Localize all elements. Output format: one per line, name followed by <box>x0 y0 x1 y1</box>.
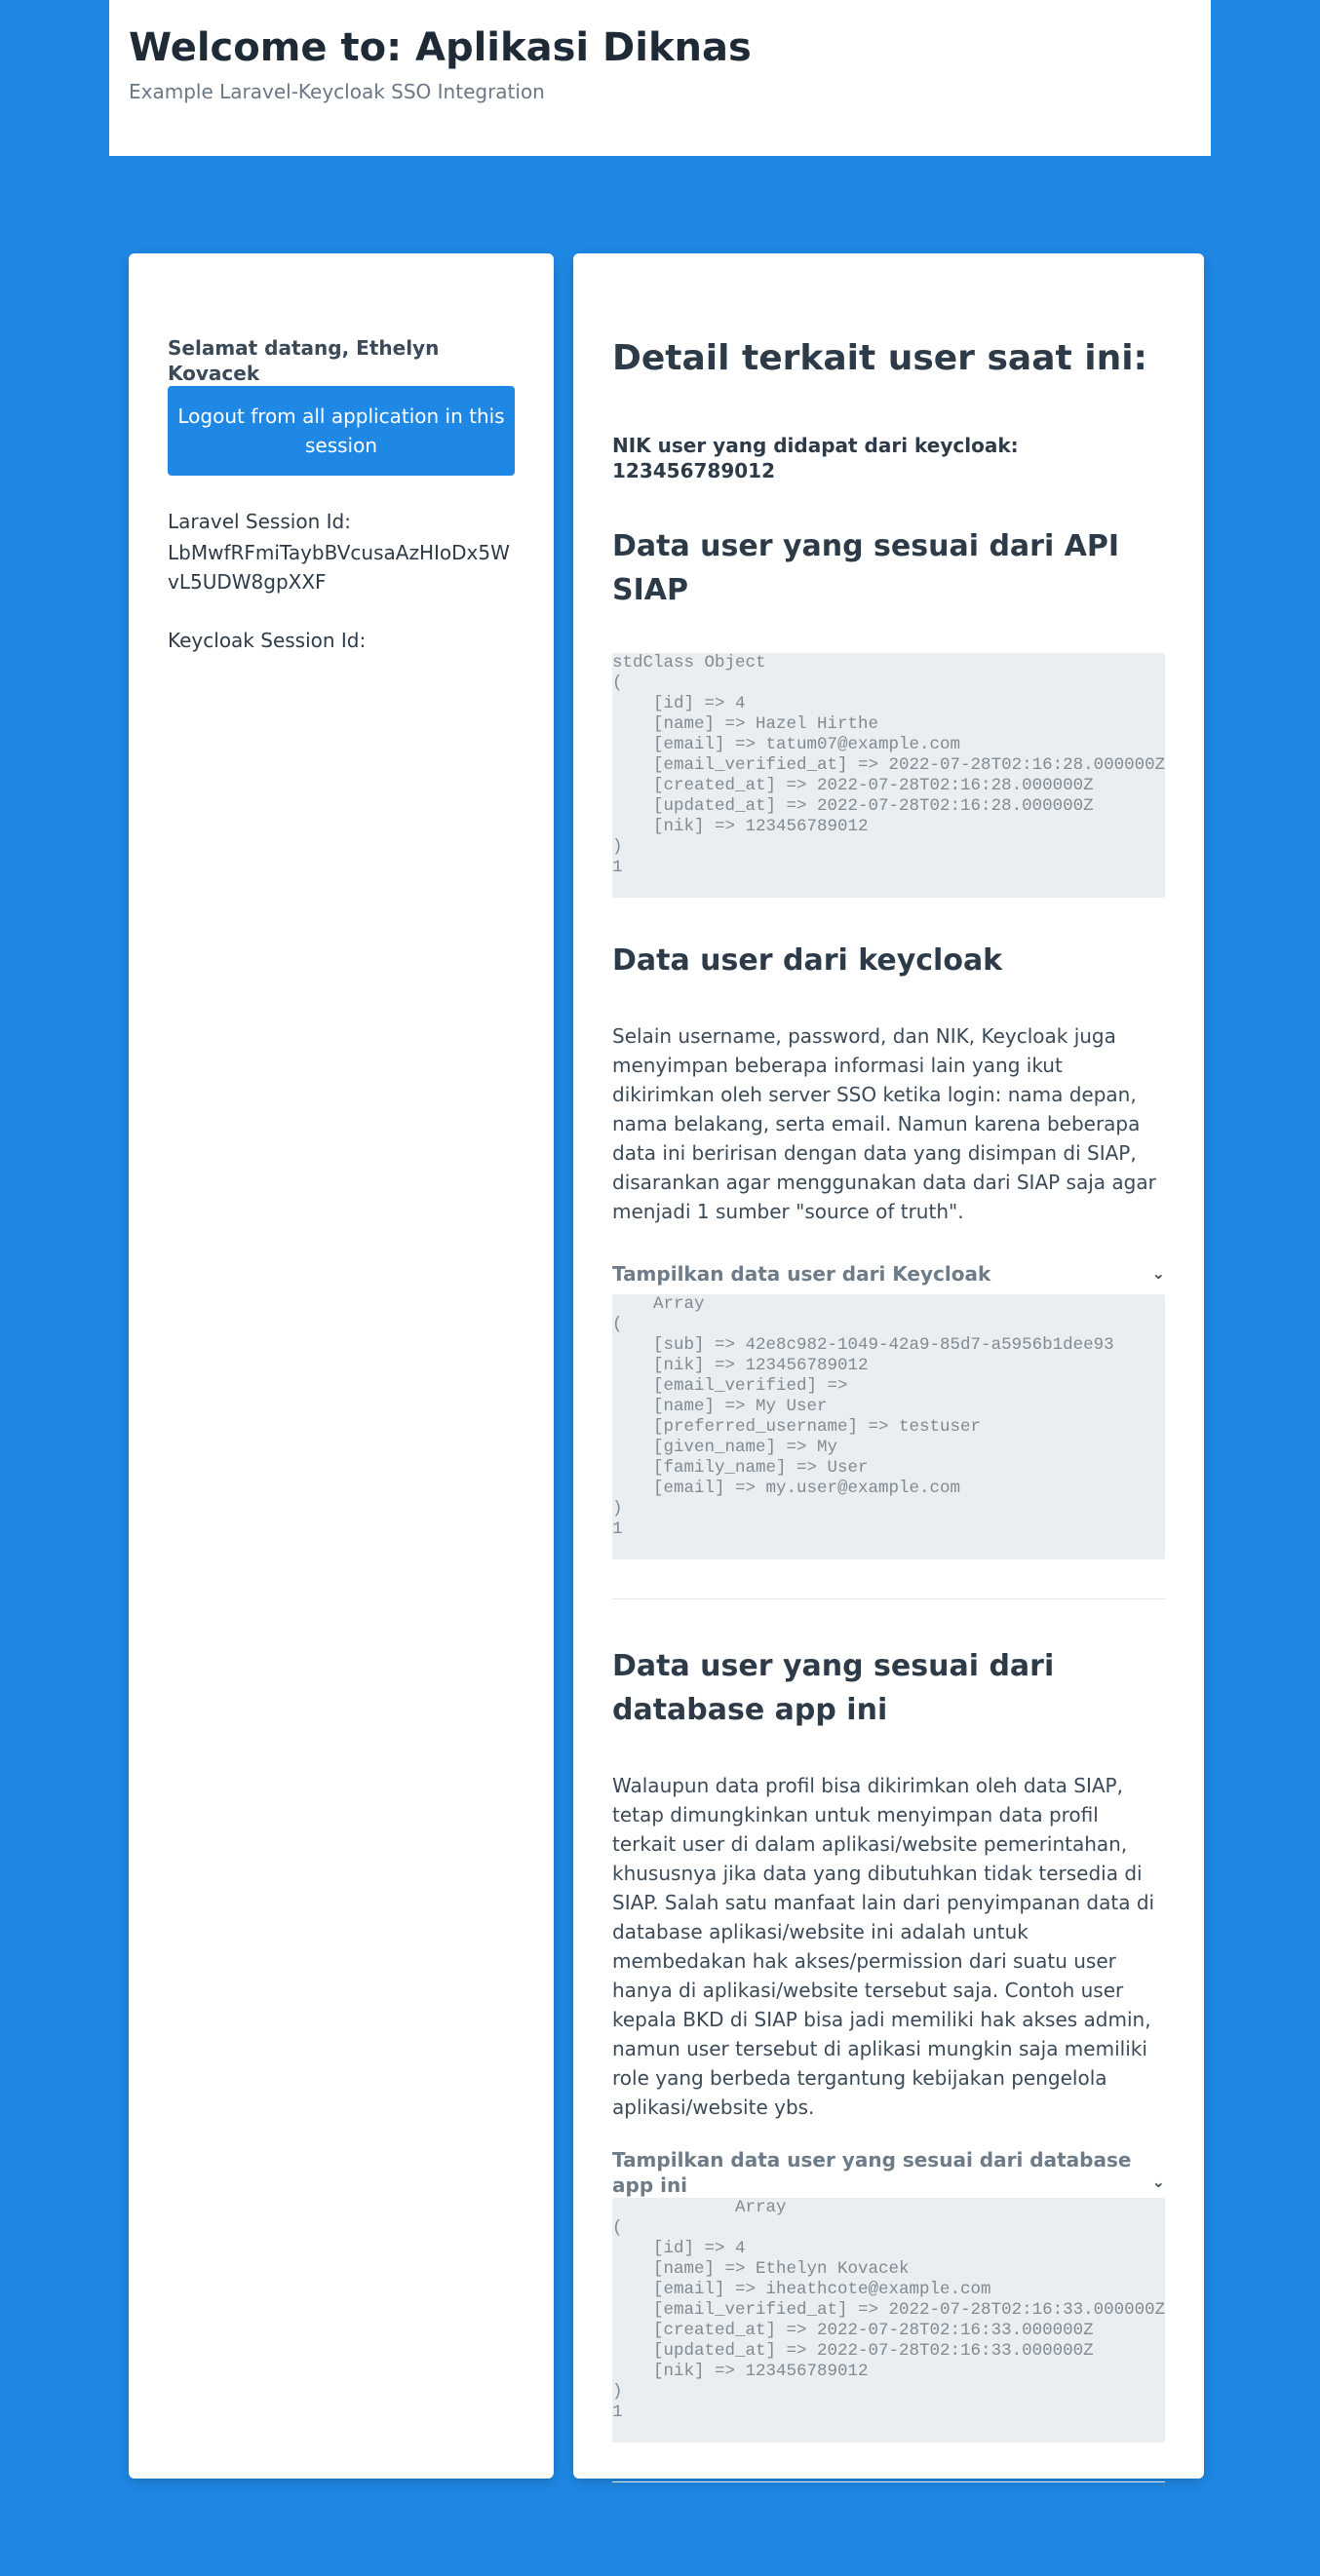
db-data-dump: Array ( [id] => 4 [name] => Ethelyn Kova… <box>612 2198 1165 2442</box>
db-toggle-label: Tampilkan data user yang sesuai dari dat… <box>612 2148 1132 2197</box>
keycloak-heading: Data user dari keycloak <box>612 943 1003 978</box>
siap-heading: Data user yang sesuai dari API SIAP <box>612 529 1120 607</box>
page-title: Welcome to: Aplikasi Diknas <box>129 25 752 70</box>
keycloak-toggle-label: Tampilkan data user dari Keycloak <box>612 1262 991 1286</box>
db-heading: Data user yang sesuai dari database app … <box>612 1649 1055 1727</box>
laravel-session-value: LbMwfRFmiTaybBVcusaAzHIoDx5WvL5UDW8gpXXF <box>168 541 510 594</box>
db-data-toggle[interactable]: Tampilkan data user yang sesuai dari dat… <box>612 2147 1165 2198</box>
section-divider-bottom <box>612 2481 1165 2482</box>
detail-title: Detail terkait user saat ini: <box>612 338 1147 378</box>
chevron-down-icon: ⌄ <box>1151 2172 1165 2191</box>
logout-button[interactable]: Logout from all application in this sess… <box>168 386 515 476</box>
laravel-session-label: Laravel Session Id: <box>168 510 351 533</box>
welcome-text: Selamat datang, Ethelyn Kovacek <box>168 336 440 385</box>
db-description: Walaupun data profil bisa dikirimkan ole… <box>612 1774 1155 2119</box>
page-subtitle: Example Laravel-Keycloak SSO Integration <box>129 80 545 103</box>
nik-line: NIK user yang didapat dari keycloak: 123… <box>612 434 1019 482</box>
session-sidebar: Selamat datang, Ethelyn Kovacek Logout f… <box>129 253 554 2479</box>
user-detail-panel: Detail terkait user saat ini: NIK user y… <box>573 253 1204 2482</box>
keycloak-data-dump: Array ( [sub] => 42e8c982-1049-42a9-85d7… <box>612 1294 1165 1559</box>
keycloak-description: Selain username, password, dan NIK, Keyc… <box>612 1024 1156 1223</box>
siap-data-dump: stdClass Object ( [id] => 4 [name] => Ha… <box>612 653 1165 898</box>
keycloak-session-label: Keycloak Session Id: <box>168 629 367 652</box>
chevron-down-icon: ⌄ <box>1151 1264 1165 1283</box>
page-header: Welcome to: Aplikasi Diknas Example Lara… <box>109 0 1211 156</box>
section-divider <box>612 1598 1165 1599</box>
keycloak-data-toggle[interactable]: Tampilkan data user dari Keycloak ⌄ <box>612 1261 1165 1287</box>
